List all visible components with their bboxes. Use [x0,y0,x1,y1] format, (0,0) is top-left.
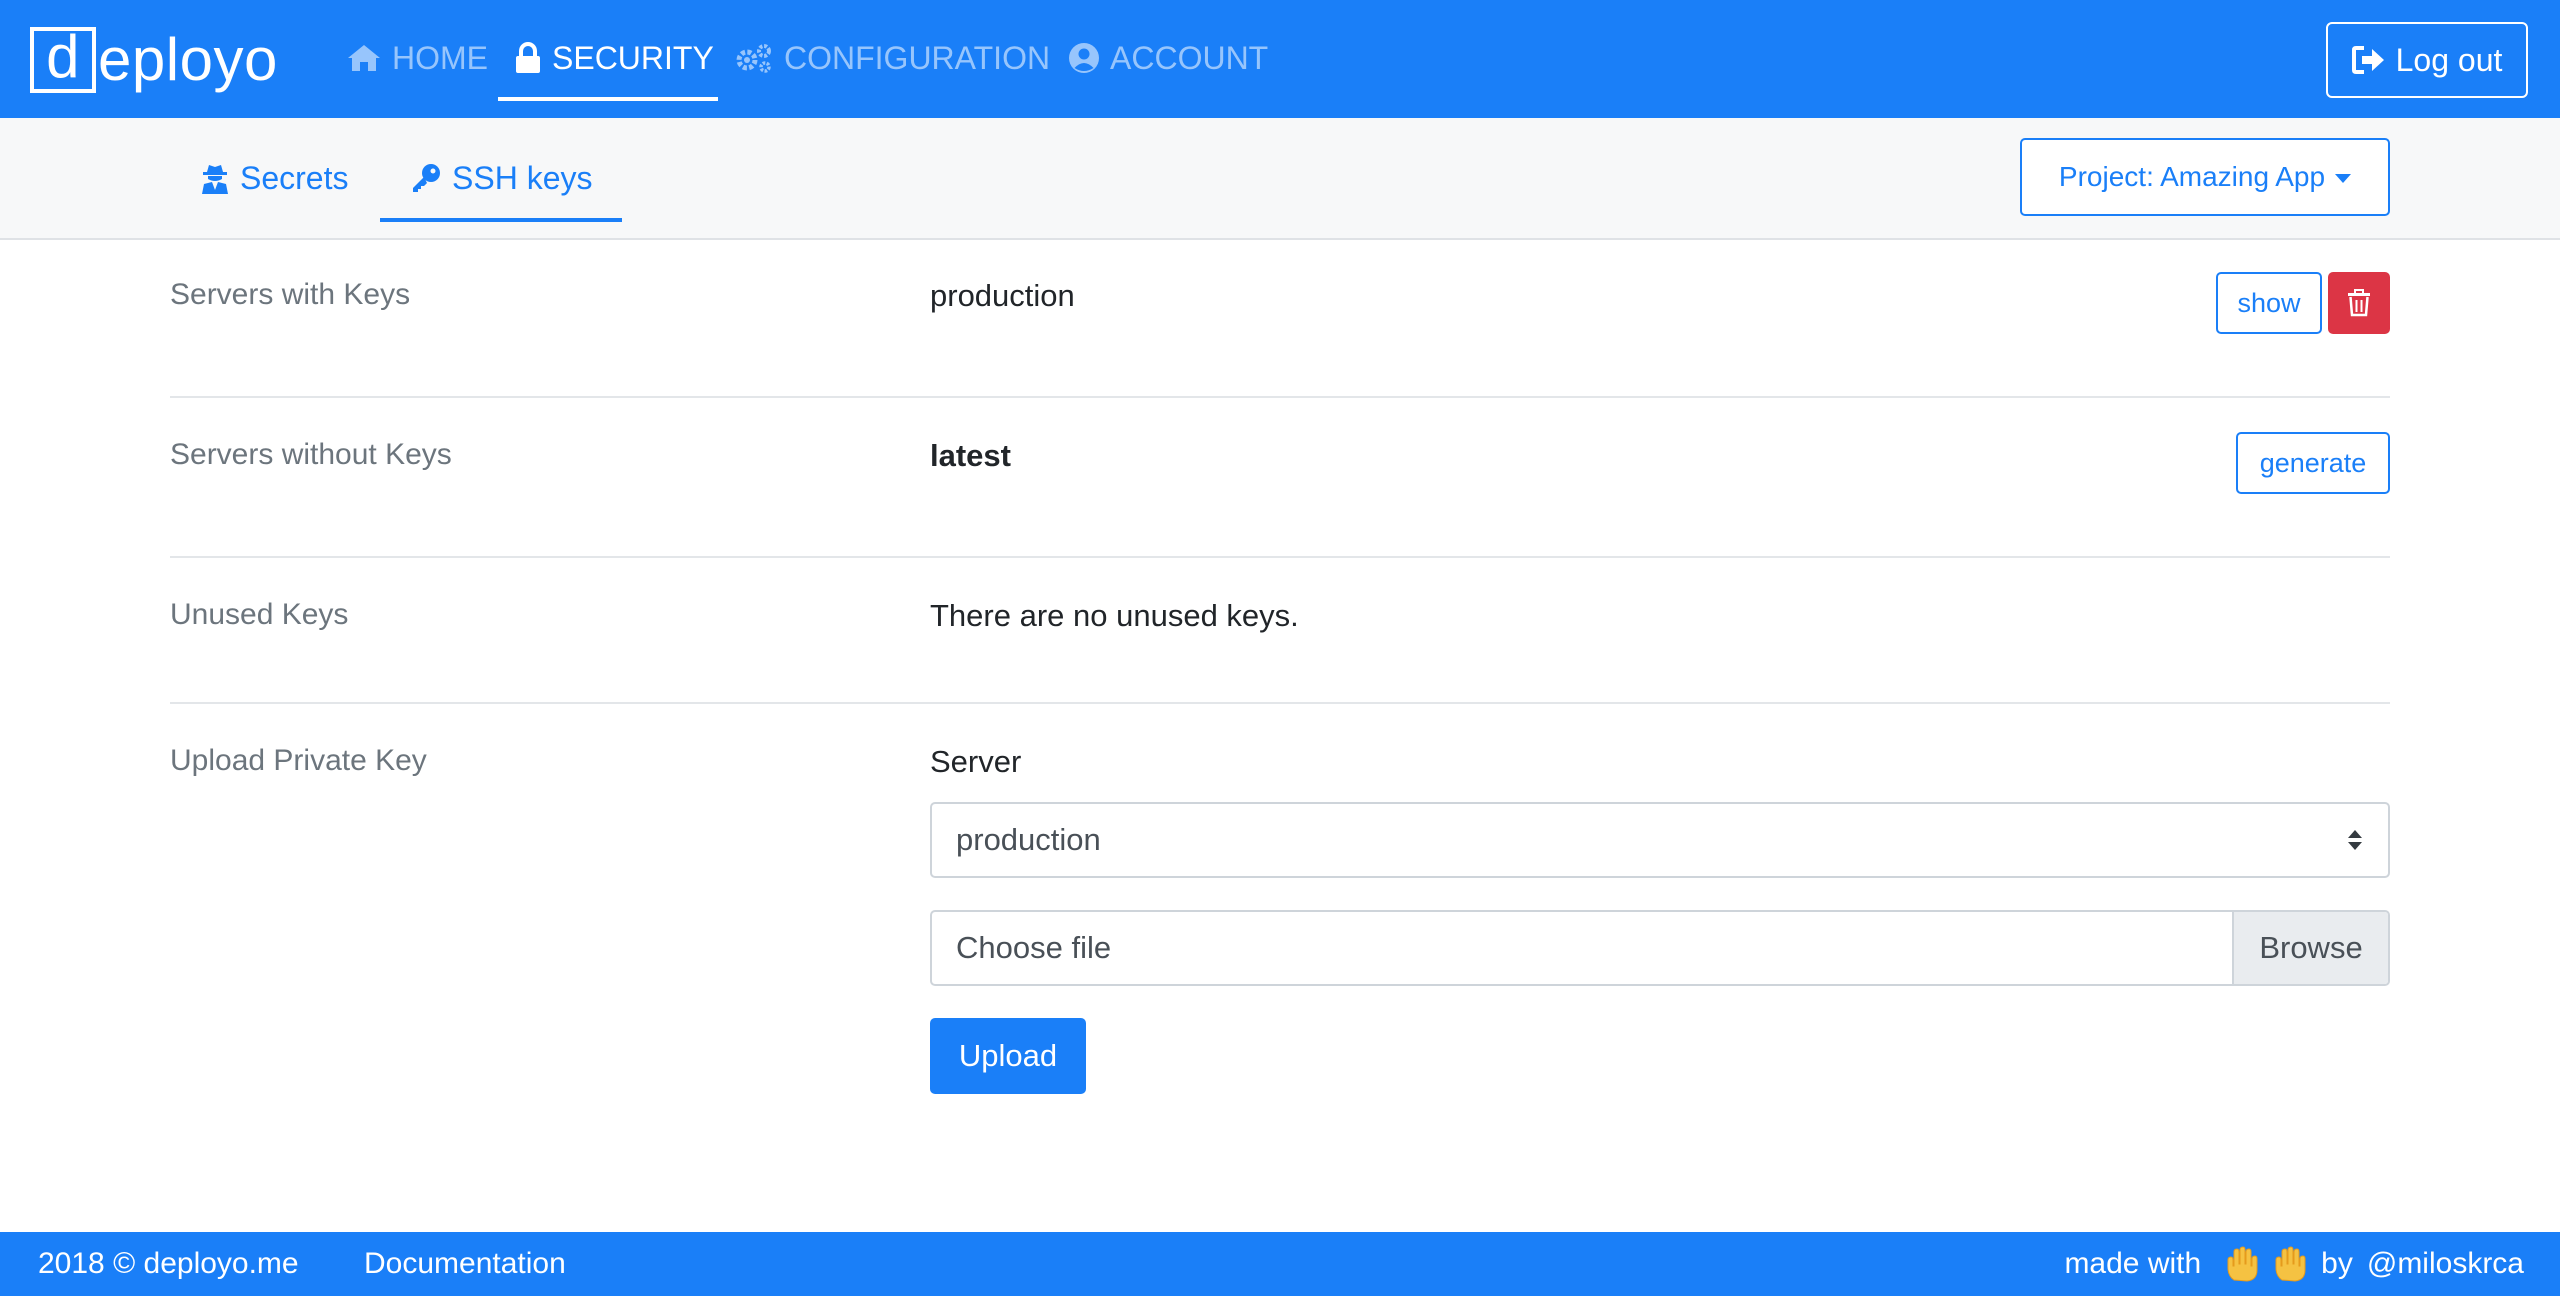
nav-item-account[interactable]: ACCOUNT [1068,30,1268,86]
home-icon [346,43,382,73]
waving-hand-icon [2225,1246,2259,1282]
show-key-label: show [2237,287,2301,318]
author-link[interactable]: @miloskrca [2367,1247,2524,1281]
key-icon [410,162,442,194]
made-with-text: made with [2064,1247,2202,1280]
tab-ssh-keys[interactable]: SSH keys [410,156,592,200]
user-circle-icon [1068,42,1100,74]
tab-ssh-keys-label: SSH keys [452,159,593,196]
logo-text: eployo [98,26,278,93]
logout-label: Log out [2395,41,2503,78]
nav-item-account-label: ACCOUNT [1110,39,1269,76]
upload-private-key-label: Upload Private Key [170,744,427,777]
footer-copyright: 2018 © deployo.me [38,1247,299,1280]
file-input-placeholder: Choose file [956,930,1112,965]
server-select-value: production [956,822,1101,857]
footer: 2018 © deployo.me Documentation made wit… [0,1232,2560,1296]
nav-item-security-label: SECURITY [552,39,714,76]
generate-key-button[interactable]: generate [2236,432,2390,494]
footer-credits: made with by @miloskrca [2064,1232,2524,1296]
server-with-key-name: production [930,278,1075,313]
section-divider [170,556,2390,558]
upload-button-label: Upload [958,1038,1058,1073]
user-secret-icon [200,162,230,194]
section-divider [170,396,2390,398]
unused-keys-message: There are no unused keys. [930,598,1299,633]
upload-button[interactable]: Upload [930,1018,1086,1094]
server-field-label: Server [930,744,1022,779]
lock-icon [514,42,542,74]
nav-item-home-label: HOME [392,39,488,76]
nav-item-security[interactable]: SECURITY [514,30,714,86]
waving-hand-icon [2273,1246,2307,1282]
generate-key-label: generate [2259,447,2367,478]
nav-active-underline [498,97,718,101]
logo-initial-box: d [30,27,96,93]
file-input[interactable]: Choose file Browse [930,910,2390,986]
documentation-link[interactable]: Documentation [364,1232,566,1296]
security-subnav: Secrets SSH keys Project: Amazing App [0,118,2560,240]
show-key-button[interactable]: show [2216,272,2322,334]
trash-icon [2347,289,2371,317]
servers-without-keys-label: Servers without Keys [170,438,452,471]
by-text: by [2321,1247,2353,1280]
logout-button[interactable]: Log out [2326,22,2528,98]
tab-secrets-label: Secrets [240,159,349,196]
subtab-active-underline [380,218,622,222]
unused-keys-label: Unused Keys [170,598,349,631]
cogs-icon [734,42,774,74]
select-arrows-icon [2348,830,2362,850]
top-navbar: d eployo HOME SECURITY CONFIGURATION ACC… [0,0,2560,118]
tab-secrets[interactable]: Secrets [200,156,348,200]
server-select[interactable]: production [930,802,2390,878]
project-dropdown[interactable]: Project: Amazing App [2020,138,2390,216]
servers-with-keys-label: Servers with Keys [170,278,411,311]
sign-out-icon [2351,45,2386,75]
nav-item-configuration-label: CONFIGURATION [784,39,1051,76]
project-dropdown-label: Project: Amazing App [2058,161,2326,192]
server-without-key-name: latest [930,438,1011,473]
delete-key-button[interactable] [2328,272,2390,334]
deployo-logo[interactable]: d eployo [30,26,278,94]
browse-button[interactable]: Browse [2232,912,2388,984]
nav-item-configuration[interactable]: CONFIGURATION [734,30,1050,86]
nav-item-home[interactable]: HOME [346,30,488,86]
section-divider [170,702,2390,704]
caret-down-icon [2335,173,2352,183]
